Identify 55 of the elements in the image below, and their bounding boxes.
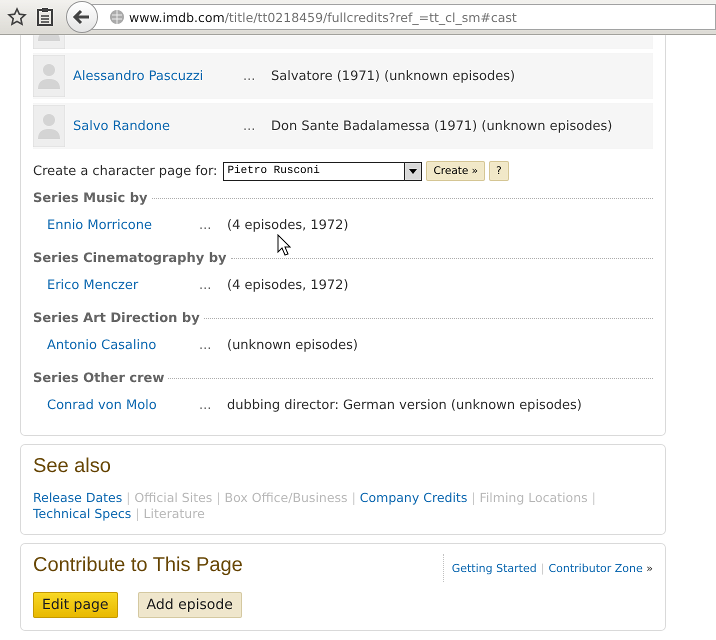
credit-text: (4 episodes, 1972) bbox=[227, 278, 349, 293]
help-button[interactable]: ? bbox=[489, 161, 509, 181]
section-heading: Series Art Direction by bbox=[33, 311, 200, 326]
panel-title: See also bbox=[33, 455, 112, 478]
section-heading: Series Cinematography by bbox=[33, 251, 226, 266]
actor-link[interactable]: Salvo Randone bbox=[73, 118, 243, 134]
ellipsis: ... bbox=[199, 398, 212, 413]
crew-link[interactable]: Erico Menczer bbox=[47, 278, 199, 293]
character-dropdown[interactable]: Pietro Rusconi bbox=[223, 162, 422, 180]
create-button[interactable]: Create » bbox=[426, 161, 486, 181]
dropdown-arrow-icon bbox=[409, 168, 418, 174]
separator: | bbox=[126, 490, 130, 506]
actor-link[interactable]: Alessandro Pascuzzi bbox=[73, 68, 243, 84]
see-also-link[interactable]: Company Credits bbox=[360, 490, 468, 506]
see-also-link: Official Sites bbox=[134, 490, 212, 506]
credit-text: dubbing director: German version (unknown episodes) bbox=[227, 398, 582, 413]
crew-link[interactable]: Ennio Morricone bbox=[47, 218, 199, 233]
crew-link[interactable]: Antonio Casalino bbox=[47, 338, 199, 353]
see-also-link: Filming Locations bbox=[480, 490, 588, 506]
ellipsis: ... bbox=[199, 278, 212, 293]
separator: | bbox=[352, 490, 356, 506]
crew-link[interactable]: Conrad von Molo bbox=[47, 398, 199, 413]
see-also-link[interactable]: Release Dates bbox=[33, 490, 122, 506]
back-button[interactable] bbox=[66, 1, 98, 33]
back-arrow-icon bbox=[73, 9, 91, 25]
contributor-link[interactable]: Contributor Zone bbox=[548, 562, 643, 575]
ellipsis: ... bbox=[243, 68, 256, 84]
character-name: Don Sante Badalamessa (1971) (unknown episodes) bbox=[271, 118, 612, 134]
separator: | bbox=[592, 490, 596, 506]
section-heading: Series Other crew bbox=[33, 371, 164, 386]
separator: | bbox=[540, 562, 544, 575]
panel-title: Contribute to This Page bbox=[33, 554, 243, 578]
globe-icon bbox=[109, 9, 125, 25]
see-also-link[interactable]: Technical Specs bbox=[33, 506, 132, 522]
credit-text: (unknown episodes) bbox=[227, 338, 358, 353]
star-icon[interactable] bbox=[6, 6, 28, 28]
add-button[interactable]: Add episode bbox=[138, 592, 242, 618]
ellipsis: ... bbox=[243, 118, 256, 134]
ellipsis: ... bbox=[199, 218, 212, 233]
character-name: Salvatore (1971) (unknown episodes) bbox=[271, 68, 516, 84]
edit-button[interactable]: Edit page bbox=[33, 592, 118, 618]
see-also-link: Box Office/Business bbox=[224, 490, 348, 506]
credit-text: (4 episodes, 1972) bbox=[227, 218, 349, 233]
separator: | bbox=[471, 490, 476, 506]
see-also-link: Literature bbox=[144, 506, 205, 522]
separator: | bbox=[216, 490, 221, 506]
address-bar[interactable]: www.imdb.com/title/tt0218459/fullcredits?ref_=tt_cl_sm#cast bbox=[90, 4, 716, 30]
more-arrows: » bbox=[646, 562, 653, 575]
mouse-cursor-icon bbox=[277, 234, 291, 256]
clipboard-icon[interactable] bbox=[34, 6, 56, 28]
character-page-label: Create a character page for: bbox=[33, 164, 218, 178]
contributor-link[interactable]: Getting Started bbox=[452, 562, 537, 575]
separator: | bbox=[135, 506, 140, 522]
section-heading: Series Music by bbox=[33, 191, 148, 206]
ellipsis: ... bbox=[199, 338, 212, 353]
